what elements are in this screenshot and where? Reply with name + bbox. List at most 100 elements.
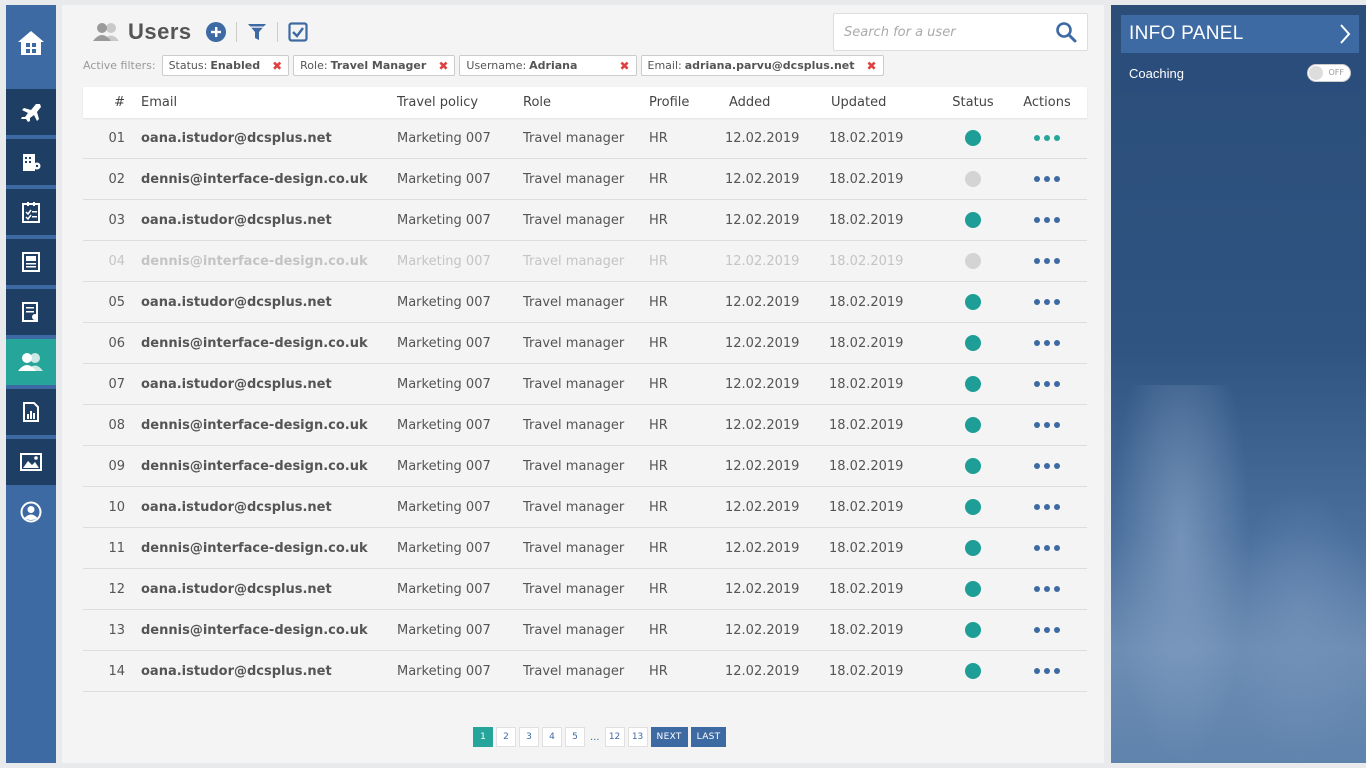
column-header-updated[interactable]: Updated xyxy=(829,95,937,110)
cell-added: 12.02.2019 xyxy=(725,376,800,392)
more-actions-icon[interactable] xyxy=(1034,258,1060,264)
table-row[interactable]: 02 dennis@interface-design.co.uk Marketing… xyxy=(83,159,1087,200)
cell-status xyxy=(937,622,1009,638)
table-row[interactable]: 13 dennis@interface-design.co.uk Marketing… xyxy=(83,610,1087,651)
add-icon xyxy=(205,22,226,42)
coaching-toggle[interactable]: OFF xyxy=(1307,64,1351,82)
more-actions-icon[interactable] xyxy=(1034,422,1060,428)
search-button[interactable] xyxy=(1055,21,1077,47)
more-actions-icon[interactable] xyxy=(1034,135,1060,141)
cell-number: 02 xyxy=(108,171,125,187)
column-header-number[interactable]: # xyxy=(83,95,133,110)
info-panel: INFO PANEL Coaching OFF xyxy=(1111,5,1366,763)
sidebar-item-invoices[interactable] xyxy=(6,389,56,435)
more-actions-icon[interactable] xyxy=(1034,381,1060,387)
column-header-profile[interactable]: Profile xyxy=(649,95,725,110)
table-row[interactable]: 07 oana.istudor@dcsplus.net Marketing 007 T… xyxy=(83,364,1087,405)
cell-actions xyxy=(1009,586,1085,592)
more-actions-icon[interactable] xyxy=(1034,463,1060,469)
sidebar-item-home[interactable] xyxy=(6,5,56,81)
checklist-icon xyxy=(22,202,40,223)
sidebar-item-gallery[interactable] xyxy=(6,439,56,485)
remove-filter-icon[interactable]: ✖ xyxy=(438,59,448,73)
add-user-button[interactable] xyxy=(205,22,226,42)
sidebar-item-checklist[interactable] xyxy=(6,189,56,235)
sidebar-item-reports[interactable] xyxy=(6,289,56,335)
search-input[interactable] xyxy=(844,24,1054,40)
table-row[interactable]: 09 dennis@interface-design.co.uk Marketing… xyxy=(83,446,1087,487)
page-button[interactable]: 4 xyxy=(542,727,562,747)
next-page-button[interactable]: NEXT xyxy=(650,727,688,747)
users-icon xyxy=(18,353,43,371)
image-icon xyxy=(20,453,42,471)
sidebar-item-profile[interactable] xyxy=(6,489,56,535)
remove-filter-icon[interactable]: ✖ xyxy=(272,59,282,73)
status-indicator xyxy=(965,335,981,351)
cell-updated: 18.02.2019 xyxy=(829,458,904,474)
status-indicator xyxy=(965,171,981,187)
table-row[interactable]: 10 oana.istudor@dcsplus.net Marketing 007 T… xyxy=(83,487,1087,528)
page-button[interactable]: 13 xyxy=(627,727,648,747)
column-header-travel-policy[interactable]: Travel policy xyxy=(397,95,523,110)
chevron-right-icon[interactable] xyxy=(1339,23,1351,45)
page-button[interactable]: 12 xyxy=(604,727,625,747)
sidebar-item-flights[interactable] xyxy=(6,89,56,135)
table-row[interactable]: 06 dennis@interface-design.co.uk Marketing… xyxy=(83,323,1087,364)
remove-filter-icon[interactable]: ✖ xyxy=(867,59,877,73)
table-row[interactable]: 03 oana.istudor@dcsplus.net Marketing 007 T… xyxy=(83,200,1087,241)
table-row[interactable]: 11 dennis@interface-design.co.uk Marketing… xyxy=(83,528,1087,569)
status-indicator xyxy=(965,499,981,515)
cell-actions xyxy=(1009,504,1085,510)
sidebar-item-hotels[interactable] xyxy=(6,139,56,185)
cell-status xyxy=(937,294,1009,310)
info-panel-header[interactable]: INFO PANEL xyxy=(1121,15,1359,53)
sidebar-item-users[interactable] xyxy=(6,339,56,385)
column-header-added[interactable]: Added xyxy=(725,95,829,110)
user-circle-icon xyxy=(20,501,42,523)
cell-travel-policy: Marketing 007 xyxy=(397,458,491,474)
last-page-button[interactable]: LAST xyxy=(690,727,727,747)
more-actions-icon[interactable] xyxy=(1034,299,1060,305)
more-actions-icon[interactable] xyxy=(1034,668,1060,674)
status-indicator xyxy=(965,622,981,638)
table-row[interactable]: 05 oana.istudor@dcsplus.net Marketing 007 T… xyxy=(83,282,1087,323)
column-header-role[interactable]: Role xyxy=(523,95,649,110)
cell-email: dennis@interface-design.co.uk xyxy=(141,253,368,269)
more-actions-icon[interactable] xyxy=(1034,340,1060,346)
cell-added: 12.02.2019 xyxy=(725,663,800,679)
user-search xyxy=(833,13,1088,51)
table-row[interactable]: 01 oana.istudor@dcsplus.net Marketing 007 T… xyxy=(83,118,1087,159)
page-button[interactable]: 3 xyxy=(519,727,539,747)
page-button[interactable]: 5 xyxy=(565,727,585,747)
more-actions-icon[interactable] xyxy=(1034,627,1060,633)
cell-number: 08 xyxy=(108,417,125,433)
filter-button[interactable] xyxy=(247,22,267,42)
select-all-button[interactable] xyxy=(288,22,308,42)
table-row[interactable]: 08 dennis@interface-design.co.uk Marketing… xyxy=(83,405,1087,446)
more-actions-icon[interactable] xyxy=(1034,504,1060,510)
more-actions-icon[interactable] xyxy=(1034,217,1060,223)
coaching-row: Coaching OFF xyxy=(1121,53,1359,93)
table-row[interactable]: 12 oana.istudor@dcsplus.net Marketing 007 T… xyxy=(83,569,1087,610)
column-header-email[interactable]: Email xyxy=(133,95,397,110)
users-icon xyxy=(93,23,119,41)
column-header-status[interactable]: Status xyxy=(937,95,1009,110)
more-actions-icon[interactable] xyxy=(1034,586,1060,592)
filter-icon xyxy=(247,24,266,40)
table-row[interactable]: 04 dennis@interface-design.co.uk Marketing… xyxy=(83,241,1087,282)
cell-updated: 18.02.2019 xyxy=(829,294,904,310)
more-actions-icon[interactable] xyxy=(1034,176,1060,182)
page-button[interactable]: 2 xyxy=(496,727,516,747)
cell-profile: HR xyxy=(649,294,668,310)
page-button[interactable]: 1 xyxy=(473,727,493,747)
cell-number: 06 xyxy=(108,335,125,351)
sidebar-item-documents[interactable] xyxy=(6,239,56,285)
cell-status xyxy=(937,417,1009,433)
cell-added: 12.02.2019 xyxy=(725,253,800,269)
document-icon xyxy=(22,252,40,272)
more-actions-icon[interactable] xyxy=(1034,545,1060,551)
remove-filter-icon[interactable]: ✖ xyxy=(619,59,629,73)
table-row[interactable]: 14 oana.istudor@dcsplus.net Marketing 007 T… xyxy=(83,651,1087,692)
cell-email: oana.istudor@dcsplus.net xyxy=(141,212,332,228)
cell-profile: HR xyxy=(649,335,668,351)
